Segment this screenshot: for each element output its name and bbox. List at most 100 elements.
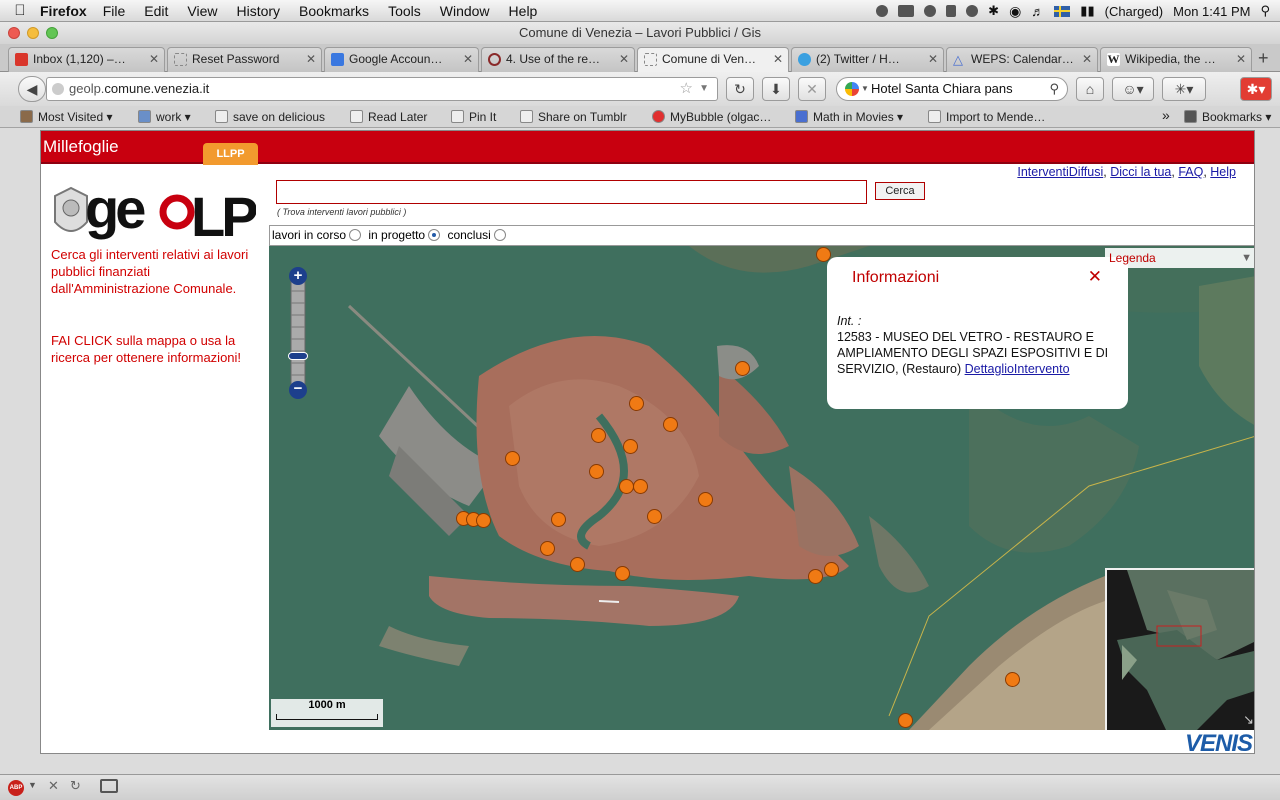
menu-history[interactable]: History bbox=[236, 3, 280, 19]
close-tab-icon[interactable]: ✕ bbox=[1236, 48, 1246, 70]
close-tab-icon[interactable]: ✕ bbox=[1082, 48, 1092, 70]
project-marker[interactable] bbox=[623, 439, 638, 454]
link-faq[interactable]: FAQ bbox=[1178, 165, 1203, 179]
bookmark-mybubble[interactable]: MyBubble (olgac… bbox=[652, 109, 771, 125]
filter-conclusi-radio[interactable] bbox=[493, 229, 506, 241]
close-window-icon[interactable] bbox=[8, 27, 20, 39]
project-marker[interactable] bbox=[633, 479, 648, 494]
home-button[interactable]: ⌂ bbox=[1076, 77, 1104, 101]
bookmark-read-later[interactable]: Read Later bbox=[350, 109, 427, 125]
cerca-button[interactable]: Cerca bbox=[875, 182, 925, 200]
adblock-dropdown-icon[interactable]: ▼ bbox=[28, 780, 37, 790]
zoom-in-button[interactable]: + bbox=[289, 267, 307, 285]
close-tab-icon[interactable]: ✕ bbox=[773, 48, 783, 70]
project-marker[interactable] bbox=[505, 451, 520, 466]
dropbox-icon[interactable] bbox=[876, 5, 889, 17]
app-menu[interactable]: Firefox bbox=[40, 3, 87, 19]
bookmarks-overflow-chevron[interactable]: » bbox=[1162, 107, 1170, 123]
menu-window[interactable]: Window bbox=[440, 3, 490, 19]
bluetooth-icon[interactable]: ✱ bbox=[988, 3, 999, 19]
site-brand[interactable]: Millefoglie bbox=[43, 137, 119, 157]
project-marker[interactable] bbox=[647, 509, 662, 524]
time-machine-icon[interactable] bbox=[966, 5, 979, 17]
url-bar[interactable]: geolp.comune.venezia.it ☆ ▼ bbox=[46, 77, 718, 101]
apple-menu-icon[interactable]:  bbox=[0, 2, 40, 19]
project-marker[interactable] bbox=[619, 479, 634, 494]
overview-map[interactable]: ↘ bbox=[1105, 568, 1254, 730]
clock[interactable]: Mon 1:41 PM bbox=[1173, 4, 1250, 19]
reload-button[interactable]: ↻ bbox=[726, 77, 754, 101]
google-search-engine-icon[interactable] bbox=[845, 82, 859, 96]
project-marker[interactable] bbox=[1005, 672, 1020, 687]
zoom-window-icon[interactable] bbox=[46, 27, 58, 39]
bookmark-pin-it[interactable]: Pin It bbox=[451, 109, 496, 125]
zoom-out-button[interactable]: − bbox=[289, 381, 307, 399]
input-source-flag-icon[interactable] bbox=[1054, 5, 1071, 17]
project-marker[interactable] bbox=[570, 557, 585, 572]
volume-icon[interactable]: ♬ bbox=[1031, 4, 1044, 19]
back-button[interactable]: ◀ bbox=[18, 76, 46, 102]
project-marker[interactable] bbox=[615, 566, 630, 581]
project-marker[interactable] bbox=[663, 417, 678, 432]
menu-file[interactable]: File bbox=[103, 3, 126, 19]
tab-comune-di-venezia[interactable]: Comune di Ven… ✕ bbox=[637, 47, 789, 73]
new-tab-button[interactable]: + bbox=[1258, 47, 1269, 69]
battery-icon[interactable]: ▮▮ bbox=[1080, 3, 1094, 19]
spotlight-icon[interactable]: ⚲ bbox=[1260, 3, 1270, 19]
project-marker[interactable] bbox=[698, 492, 713, 507]
addon-red-button[interactable]: ✱▾ bbox=[1240, 77, 1272, 101]
search-engine-dropdown-icon[interactable]: ▼ bbox=[861, 78, 869, 100]
minimize-window-icon[interactable] bbox=[27, 27, 39, 39]
bookmark-save-on-delicious[interactable]: save on delicious bbox=[215, 109, 325, 125]
tab-llpp[interactable]: LLPP bbox=[203, 143, 258, 165]
search-input[interactable] bbox=[276, 180, 867, 204]
project-marker[interactable] bbox=[808, 569, 823, 584]
adblock-icon[interactable]: ABP bbox=[8, 780, 24, 796]
download-button[interactable]: ⬇ bbox=[762, 77, 790, 101]
bookmark-work[interactable]: work ▾ bbox=[138, 109, 191, 125]
bookmark-math-in-movies[interactable]: Math in Movies ▾ bbox=[795, 109, 903, 125]
popup-detail-link[interactable]: DettaglioIntervento bbox=[965, 362, 1070, 376]
project-marker[interactable] bbox=[898, 713, 913, 728]
chevron-down-icon[interactable]: ▼ bbox=[1241, 248, 1252, 268]
project-marker[interactable] bbox=[629, 396, 644, 411]
keyboard-icon[interactable] bbox=[898, 5, 915, 17]
menu-bookmarks[interactable]: Bookmarks bbox=[299, 3, 369, 19]
tab-twitter[interactable]: (2) Twitter / H… ✕ bbox=[791, 47, 944, 72]
print-icon[interactable] bbox=[100, 779, 118, 793]
close-tab-icon[interactable]: ✕ bbox=[306, 48, 316, 70]
map-viewport[interactable]: + − 1000 m Informazioni ✕ Int. : 12583 -… bbox=[269, 246, 1254, 730]
project-marker[interactable] bbox=[735, 361, 750, 376]
menu-view[interactable]: View bbox=[187, 3, 217, 19]
project-marker[interactable] bbox=[540, 541, 555, 556]
close-status-icon[interactable]: ✕ bbox=[48, 778, 59, 794]
menu-tools[interactable]: Tools bbox=[388, 3, 421, 19]
bookmark-import-to-mendeley[interactable]: Import to Mende… bbox=[928, 109, 1045, 125]
lock-icon[interactable] bbox=[946, 5, 957, 17]
project-marker[interactable] bbox=[551, 512, 566, 527]
star-bookmark-icon[interactable]: ☆ bbox=[680, 78, 693, 100]
url-history-dropdown-icon[interactable]: ▼ bbox=[699, 78, 709, 100]
link-help[interactable]: Help bbox=[1210, 165, 1236, 179]
search-bar[interactable]: ▼ Hotel Santa Chiara pans ⚲ bbox=[836, 77, 1068, 101]
popup-close-button[interactable]: ✕ bbox=[1088, 267, 1102, 287]
tab-google-account[interactable]: Google Accoun… ✕ bbox=[324, 47, 479, 72]
tab-wikipedia[interactable]: W Wikipedia, the … ✕ bbox=[1100, 47, 1252, 72]
tab-weps-calendar[interactable]: △ WEPS: Calendar… ✕ bbox=[946, 47, 1098, 72]
bookmarks-menu[interactable]: Bookmarks ▾ bbox=[1184, 109, 1271, 125]
close-tab-icon[interactable]: ✕ bbox=[463, 48, 473, 70]
refresh-status-icon[interactable]: ↻ bbox=[70, 778, 81, 794]
filter-lavori-in-corso-radio[interactable] bbox=[349, 229, 362, 241]
menu-help[interactable]: Help bbox=[509, 3, 538, 19]
stop-button[interactable]: ✕ bbox=[798, 77, 826, 101]
tab-gmail[interactable]: Inbox (1,120) –… ✕ bbox=[8, 47, 165, 72]
skype-icon[interactable] bbox=[924, 5, 937, 17]
project-marker[interactable] bbox=[476, 513, 491, 528]
menu-edit[interactable]: Edit bbox=[144, 3, 168, 19]
search-icon[interactable]: ⚲ bbox=[1049, 78, 1059, 100]
project-marker[interactable] bbox=[591, 428, 606, 443]
greasemonkey-button[interactable]: ☺▾ bbox=[1112, 77, 1154, 101]
bookmark-share-on-tumblr[interactable]: Share on Tumblr bbox=[520, 109, 627, 125]
close-tab-icon[interactable]: ✕ bbox=[149, 48, 159, 70]
close-tab-icon[interactable]: ✕ bbox=[619, 48, 629, 70]
